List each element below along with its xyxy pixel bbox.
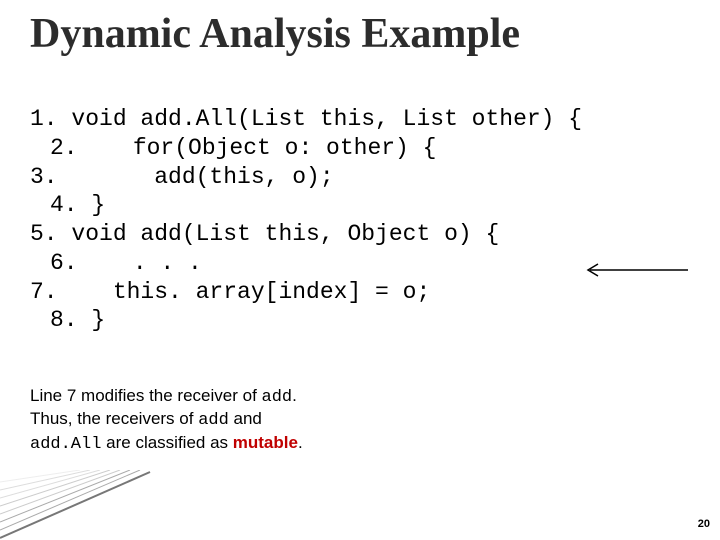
- explanation-line-3: add.All are classified as mutable.: [30, 432, 303, 455]
- code-ref-add: add: [198, 411, 229, 430]
- page-number: 20: [698, 518, 710, 530]
- code-line-5: 5. void add(List this, Object o) {: [30, 220, 582, 249]
- text: and: [229, 409, 262, 428]
- explanation-line-2: Thus, the receivers of add and: [30, 408, 303, 431]
- text: .: [298, 433, 303, 452]
- corner-decoration: [0, 470, 160, 540]
- text: are classified as: [101, 433, 232, 452]
- explanation-line-1: Line 7 modifies the receiver of add.: [30, 385, 303, 408]
- code-line-1: 1. void add.All(List this, List other) {: [30, 105, 582, 134]
- keyword-mutable: mutable: [233, 433, 298, 452]
- code-line-7: 7. this. array[index] = o;: [30, 278, 582, 307]
- code-block: 1. void add.All(List this, List other) {…: [30, 105, 582, 335]
- text: .: [292, 386, 297, 405]
- slide-title: Dynamic Analysis Example: [30, 10, 520, 58]
- text: Thus, the receivers of: [30, 409, 198, 428]
- code-line-4: 4. }: [30, 191, 582, 220]
- arrow-icon: [580, 260, 690, 280]
- code-ref-addall: add.All: [30, 435, 101, 454]
- code-ref-add: add: [262, 388, 293, 407]
- code-line-2: 2. for(Object o: other) {: [30, 134, 582, 163]
- explanation: Line 7 modifies the receiver of add. Thu…: [30, 385, 303, 455]
- text: Line 7 modifies the receiver of: [30, 386, 262, 405]
- code-line-6: 6. . . .: [30, 249, 582, 278]
- code-line-8: 8. }: [30, 306, 582, 335]
- code-line-3: 3. add(this, o);: [30, 163, 582, 192]
